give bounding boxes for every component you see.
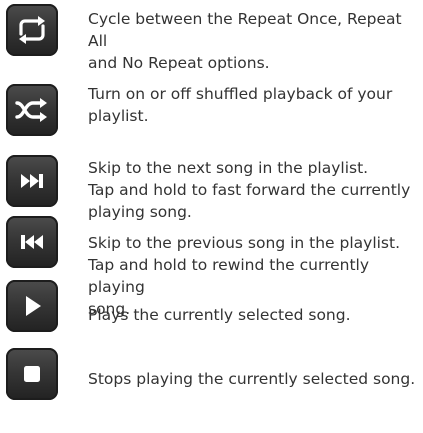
previous-track-description-line-1: Skip to the previous song in the playlis…	[88, 234, 401, 252]
play-icon	[26, 296, 41, 316]
play-description: Plays the currently selected song.	[88, 304, 420, 326]
repeat-button[interactable]	[4, 2, 60, 58]
shuffle-description-line-2: playlist.	[88, 107, 149, 125]
stop-icon	[24, 366, 40, 382]
next-track-description-line-3: playing song.	[88, 203, 192, 221]
repeat-description: Cycle between the Repeat Once, Repeat Al…	[88, 8, 420, 74]
stop-description: Stops playing the currently selected son…	[88, 368, 420, 390]
repeat-description-line-1: Cycle between the Repeat Once, Repeat Al…	[88, 10, 402, 50]
stop-button[interactable]	[4, 346, 60, 402]
repeat-description-line-2: and No Repeat options.	[88, 54, 270, 72]
shuffle-button[interactable]	[4, 82, 60, 138]
shuffle-icon	[15, 98, 47, 122]
next-track-button[interactable]	[4, 153, 60, 209]
repeat-icon	[19, 16, 45, 44]
previous-track-button[interactable]	[4, 214, 60, 270]
play-description-line-1: Plays the currently selected song.	[88, 306, 351, 324]
next-track-icon	[21, 174, 43, 188]
shuffle-description: Turn on or off shuffled playback of your…	[88, 83, 420, 127]
next-track-description-line-1: Skip to the next song in the playlist.	[88, 159, 369, 177]
previous-track-icon	[21, 235, 43, 249]
stop-description-line-1: Stops playing the currently selected son…	[88, 370, 416, 388]
next-track-description: Skip to the next song in the playlist. T…	[88, 157, 420, 223]
previous-track-description-line-2: Tap and hold to rewind the currently pla…	[88, 256, 370, 296]
shuffle-description-line-1: Turn on or off shuffled playback of your	[88, 85, 393, 103]
play-button[interactable]	[4, 278, 60, 334]
next-track-description-line-2: Tap and hold to fast forward the current…	[88, 181, 411, 199]
